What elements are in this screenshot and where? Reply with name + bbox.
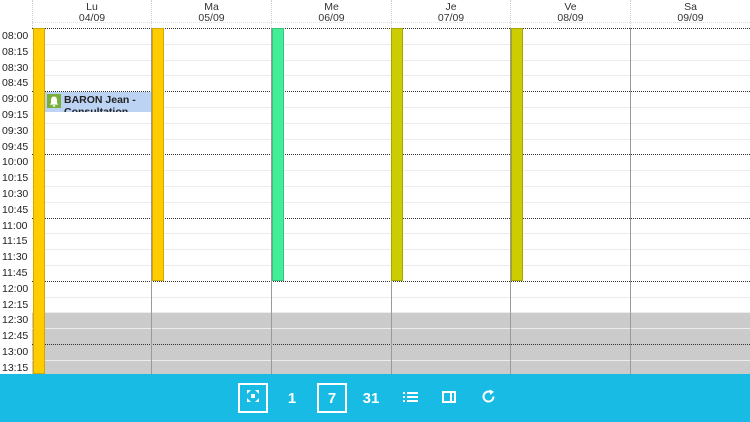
availability-bar [33, 28, 45, 374]
time-label: 09:30 [2, 124, 29, 137]
appointment-event[interactable]: BARON Jean - Consultation [45, 92, 151, 112]
view-toolbar: 1 7 31 [0, 374, 750, 422]
time-label: 10:45 [2, 203, 29, 216]
time-label: 09:00 [2, 93, 29, 106]
time-label: 10:30 [2, 188, 29, 200]
day-date: 07/09 [437, 12, 465, 24]
week-view-button[interactable]: 7 [317, 383, 347, 413]
time-label: 08:00 [2, 30, 29, 42]
availability-bar [391, 28, 403, 281]
day-date: 04/09 [78, 12, 106, 24]
fit-screen-icon [246, 389, 260, 407]
time-label: 11:45 [2, 267, 28, 279]
day-date: 09/09 [677, 12, 704, 24]
time-label: 12:45 [2, 330, 29, 343]
calendar-week-view: Lu 04/09 Ma 05/09 Me 06/09 Je 07/09 Ve 08/09 Sa 09/… [0, 0, 750, 374]
time-label: 12:00 [2, 282, 29, 295]
time-label: 12:30 [2, 314, 29, 327]
day-date: 05/09 [198, 12, 225, 24]
day-header[interactable]: Lu 04/09 [32, 0, 151, 28]
time-label: 08:15 [2, 45, 29, 58]
list-view-button[interactable] [395, 383, 425, 413]
day-header[interactable]: Ma 05/09 [151, 0, 271, 28]
time-label: 13:15 [2, 361, 29, 374]
time-label: 10:00 [2, 156, 29, 169]
day-date: 06/09 [318, 12, 345, 24]
availability-bar [152, 28, 164, 281]
day-header[interactable]: Me 06/09 [271, 0, 391, 28]
availability-bar [272, 28, 284, 281]
refresh-icon [481, 389, 496, 408]
time-label: 09:15 [2, 109, 29, 121]
time-label: 11:15 [2, 235, 28, 248]
panel-icon [442, 390, 456, 407]
time-label: 10:15 [2, 172, 29, 185]
month-view-button[interactable]: 31 [356, 383, 386, 413]
list-icon [402, 390, 418, 407]
time-label: 08:30 [2, 61, 29, 74]
time-label: 12:15 [2, 298, 29, 311]
availability-bar [511, 28, 523, 281]
time-label: 08:45 [2, 77, 29, 90]
day-separator [630, 28, 631, 374]
day-header[interactable]: Je 07/09 [391, 0, 510, 28]
time-label: 09:45 [2, 140, 29, 153]
refresh-button[interactable] [473, 383, 503, 413]
bell-icon [47, 94, 61, 108]
day-header[interactable]: Ve 08/09 [510, 0, 630, 28]
time-label: 13:00 [2, 346, 29, 358]
time-label: 11:00 [2, 219, 28, 232]
day-header[interactable]: Sa 09/09 [630, 0, 750, 28]
time-label: 11:30 [2, 251, 28, 264]
panel-toggle-button[interactable] [434, 383, 464, 413]
day-date: 08/09 [557, 12, 584, 24]
day-view-button[interactable]: 1 [277, 383, 307, 413]
fit-screen-button[interactable] [238, 383, 268, 413]
event-title: BARON Jean - Consultation [64, 94, 136, 112]
